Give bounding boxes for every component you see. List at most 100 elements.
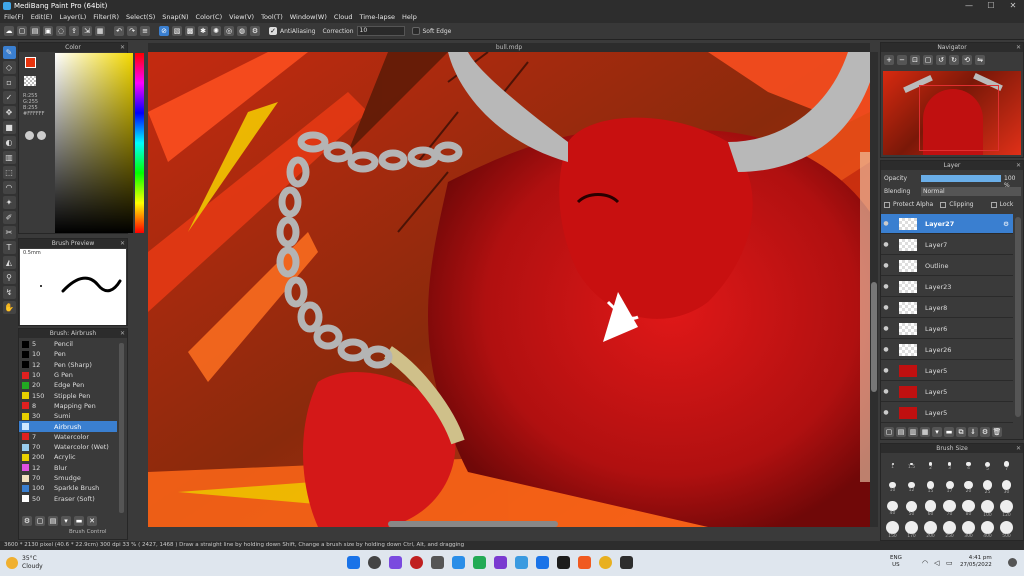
radial-snap-icon[interactable]: ✺: [211, 26, 221, 36]
edge-icon[interactable]: [536, 556, 549, 569]
brush-size-option[interactable]: 7: [997, 456, 1016, 477]
navigator-thumbnail[interactable]: [883, 71, 1021, 155]
new-file-icon[interactable]: ▢: [17, 26, 27, 36]
rotate-right-icon[interactable]: ↻: [949, 55, 959, 65]
brush-size-option[interactable]: 500: [997, 519, 1016, 540]
cloud-icon[interactable]: ☁: [4, 26, 14, 36]
menu-view[interactable]: View(V): [229, 12, 254, 23]
battery-icon[interactable]: ▭: [946, 559, 953, 567]
layer-row[interactable]: ● Layer6: [881, 319, 1013, 339]
medibang-icon[interactable]: [620, 556, 633, 569]
menu-edit[interactable]: Edit(E): [31, 12, 53, 23]
weather-widget[interactable]: 35°C Cloudy: [22, 555, 43, 571]
todo-icon[interactable]: [452, 556, 465, 569]
notification-icon[interactable]: [1008, 558, 1017, 567]
new-1bit-layer-icon[interactable]: ▥: [908, 427, 918, 437]
layer-settings-gear-icon[interactable]: ⚙: [1003, 220, 1009, 228]
brush-item[interactable]: 20 Edge Pen: [19, 380, 117, 390]
language-indicator[interactable]: ENG US: [890, 555, 902, 569]
close-icon[interactable]: ✕: [120, 239, 125, 248]
vanishing-snap-icon[interactable]: ✱: [198, 26, 208, 36]
brush-item[interactable]: Airbrush: [19, 421, 117, 432]
layer-row[interactable]: ● Layer8: [881, 298, 1013, 318]
new-8bit-layer-icon[interactable]: ▤: [896, 427, 906, 437]
select-check-icon[interactable]: ✓: [2, 91, 16, 104]
select-eraser-icon[interactable]: ✂: [2, 226, 16, 239]
menu-color[interactable]: Color(C): [196, 12, 223, 23]
visibility-eye-icon[interactable]: ●: [881, 304, 891, 311]
start-icon[interactable]: [347, 556, 360, 569]
brush-size-option[interactable]: 1: [883, 456, 902, 477]
brush-size-option[interactable]: 3: [940, 456, 959, 477]
open-icon[interactable]: ▤: [30, 26, 40, 36]
visibility-eye-icon[interactable]: ●: [881, 262, 891, 269]
viber-icon[interactable]: [494, 556, 507, 569]
snap-off-icon[interactable]: ⊘: [159, 26, 169, 36]
lasso-tool-icon[interactable]: ◠: [2, 181, 16, 194]
visibility-eye-icon[interactable]: ●: [881, 283, 891, 290]
close-button[interactable]: ✕: [1002, 0, 1024, 12]
brush-item[interactable]: 50 Eraser (Soft): [19, 493, 117, 503]
drawing-canvas[interactable]: [148, 52, 870, 527]
photos-icon[interactable]: [515, 556, 528, 569]
saturation-value-picker[interactable]: [55, 53, 133, 233]
parallel-snap-icon[interactable]: ▧: [172, 26, 182, 36]
grid-icon[interactable]: ▦: [95, 26, 105, 36]
search-icon[interactable]: [368, 556, 381, 569]
add-brush-icon[interactable]: ▢: [35, 516, 45, 526]
brush-size-option[interactable]: 50: [902, 498, 921, 519]
menu-layer[interactable]: Layer(L): [59, 12, 86, 23]
brush-menu-icon[interactable]: ▾: [61, 516, 71, 526]
save-icon[interactable]: ▣: [43, 26, 53, 36]
menu-select[interactable]: Select(S): [126, 12, 155, 23]
clock[interactable]: 4:41 pm 27/05/2022: [960, 555, 992, 569]
close-icon[interactable]: ✕: [1016, 444, 1021, 453]
lock-checkbox[interactable]: [990, 201, 997, 208]
visibility-eye-icon[interactable]: ●: [881, 325, 891, 332]
blending-select[interactable]: Normal: [921, 187, 1021, 196]
transparent-swatch[interactable]: [24, 76, 36, 86]
new-layer-icon[interactable]: ▢: [884, 427, 894, 437]
curve-snap-icon[interactable]: ◍: [237, 26, 247, 36]
canvas-vertical-scrollbar[interactable]: [870, 52, 878, 527]
brush-item[interactable]: 200 Acrylic: [19, 452, 117, 462]
brush-size-option[interactable]: 60: [921, 498, 940, 519]
brush-size-option[interactable]: 400: [978, 519, 997, 540]
media-app-icon[interactable]: [410, 556, 423, 569]
epic-games-icon[interactable]: [557, 556, 570, 569]
brush-size-option[interactable]: 120: [997, 498, 1016, 519]
circle-snap-icon[interactable]: ◎: [224, 26, 234, 36]
brush-item[interactable]: 10 Pen: [19, 349, 117, 359]
layer-row[interactable]: ● Layer23: [881, 277, 1013, 297]
bucket-tool-icon[interactable]: ◐: [2, 136, 16, 149]
zoom-in-icon[interactable]: +: [884, 55, 894, 65]
brush-item[interactable]: 30 Sumi: [19, 411, 117, 421]
hue-slider[interactable]: [135, 53, 144, 233]
canvas-tab[interactable]: bull.mdp: [148, 43, 870, 52]
delete-layer-icon[interactable]: 🗑: [992, 427, 1002, 437]
brush-size-option[interactable]: 250: [940, 519, 959, 540]
layer-menu-icon[interactable]: ▾: [932, 427, 942, 437]
brush-list-scrollbar[interactable]: [119, 343, 124, 513]
clipping-checkbox[interactable]: [940, 201, 947, 208]
menu-timelapse[interactable]: Time-lapse: [359, 12, 395, 23]
color-palette-icon[interactable]: [25, 131, 34, 140]
brush-size-option[interactable]: 4: [959, 456, 978, 477]
dot-tool-icon[interactable]: ▫: [2, 76, 16, 89]
layer-row[interactable]: ● Layer27 ⚙: [881, 214, 1013, 234]
flip-icon[interactable]: ⇋: [975, 55, 985, 65]
layer-row[interactable]: ● Layer5: [881, 382, 1013, 402]
smudge-tool-icon[interactable]: ↯: [2, 286, 16, 299]
layer-row[interactable]: ● Layer5: [881, 403, 1013, 423]
brush-size-option[interactable]: 70: [940, 498, 959, 519]
layer-row[interactable]: ● Layer26: [881, 340, 1013, 360]
brush-size-option[interactable]: 2: [921, 456, 940, 477]
brush-size-option[interactable]: 100: [978, 498, 997, 519]
soft-edge-checkbox[interactable]: [411, 27, 420, 35]
brush-item[interactable]: 150 Stipple Pen: [19, 390, 117, 400]
weather-icon[interactable]: [6, 557, 18, 569]
brush-size-option[interactable]: 30: [997, 477, 1016, 498]
brush-size-option[interactable]: 15: [921, 477, 940, 498]
layer-row[interactable]: ● Outline: [881, 256, 1013, 276]
close-icon[interactable]: ✕: [120, 43, 125, 52]
